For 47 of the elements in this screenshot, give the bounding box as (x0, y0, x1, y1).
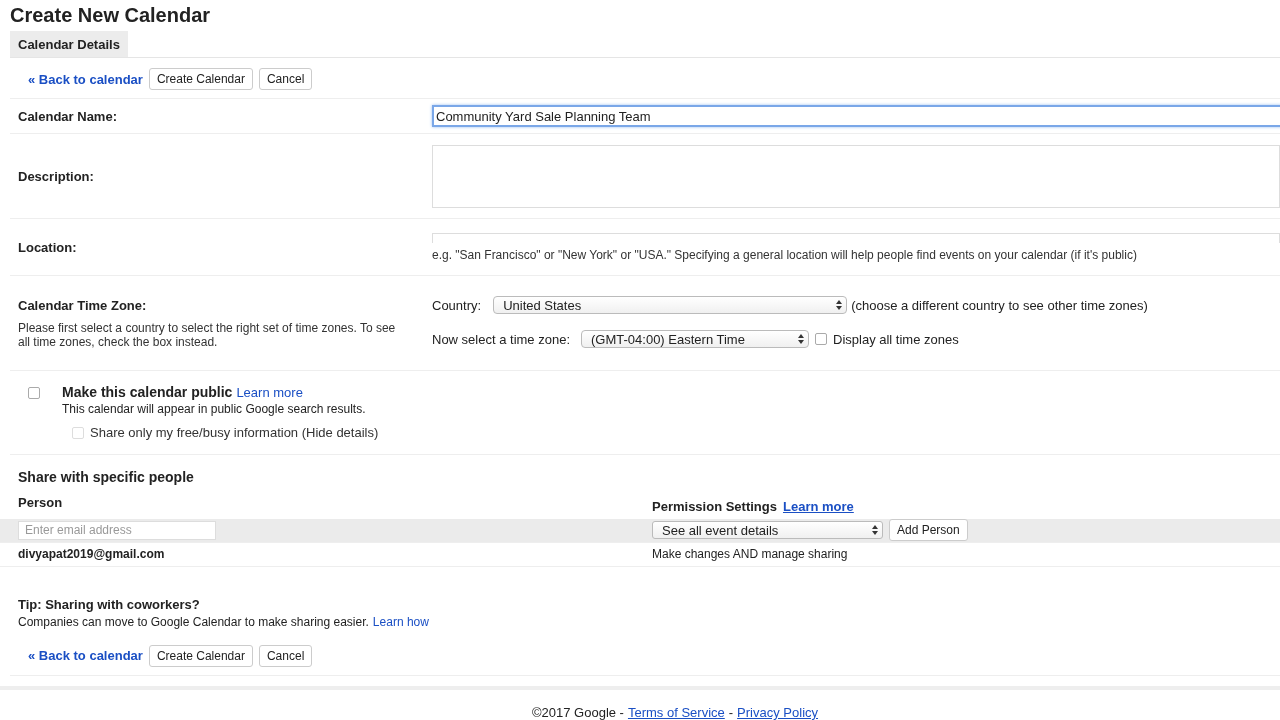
tab[interactable]: Calendar Details (10, 31, 128, 57)
cancel-button[interactable]: Cancel (258, 68, 313, 90)
field-label: Location: (18, 239, 78, 255)
permission-text: Make changes AND manage sharing (652, 547, 849, 562)
section-heading: Share with specific people (18, 469, 195, 485)
column-header: Person (18, 495, 64, 512)
select-arrows-icon (872, 525, 878, 536)
privacy-link[interactable]: Privacy Policy (737, 705, 819, 720)
separator-text: - (728, 705, 734, 720)
country-label: Country: (432, 297, 482, 313)
back-link[interactable]: « Back to calendar (28, 648, 143, 664)
column-header: Permission Settings (652, 499, 777, 515)
checkbox[interactable] (28, 387, 40, 399)
create-calendar-button[interactable]: Create Calendar (148, 68, 253, 90)
checkbox-label: Display all time zones (833, 331, 959, 347)
tip-text: Companies can move to Google Calendar to make sharing easier. (18, 615, 369, 629)
country-note: (choose a different country to see other time zones) (851, 297, 1148, 313)
cancel-button[interactable]: Cancel (258, 645, 313, 667)
tip-title: Tip: Sharing with coworkers? (18, 597, 201, 612)
time-zone-label: Now select a time zone: (432, 331, 570, 347)
description-field[interactable] (432, 144, 1280, 208)
copyright-text: ©2017 Google - (531, 705, 624, 720)
calendar-name-field[interactable]: Community Yard Sale Planning Team (432, 105, 1280, 127)
select-arrows-icon (836, 300, 843, 310)
public-note: This calendar will appear in public Google search results. (62, 402, 367, 416)
field-label: Calendar Name: (18, 108, 118, 124)
back-link[interactable]: « Back to calendar (28, 71, 143, 87)
permission-select[interactable]: See all event details (652, 521, 883, 540)
checkbox-label: Share only my free/busy information (Hide details) (90, 425, 379, 440)
field-label: Calendar Time Zone: (18, 298, 148, 313)
time-zone-select[interactable]: (GMT-04:00) Eastern Time (581, 330, 809, 348)
select-arrows-icon (798, 334, 804, 344)
create-calendar-button[interactable]: Create Calendar (148, 645, 253, 667)
add-person-button[interactable]: Add Person (889, 519, 968, 542)
learn-more-link[interactable]: Learn more (236, 384, 303, 400)
location-field[interactable] (432, 232, 1280, 243)
learn-how-link[interactable]: Learn how (372, 615, 429, 629)
time-zone-help: Please first select a country to select the right set of time zones. To see all time zones, check the box instead. (18, 321, 397, 349)
checkbox[interactable] (815, 333, 827, 345)
person-email: divyapat2019@gmail.com (18, 547, 166, 562)
country-select[interactable]: United States (493, 296, 848, 314)
learn-more-link[interactable]: Learn more (783, 499, 854, 515)
field-label: Description: (18, 168, 95, 184)
location-hint: e.g. "San Francisco" or "New York" or "USA." Specifying a general location will help people find events on your calendar (if it's public) (432, 247, 1138, 262)
terms-link[interactable]: Terms of Service (627, 705, 725, 720)
public-option-label: Make this calendar public (62, 384, 233, 400)
page-title: Create New Calendar (10, 4, 212, 27)
